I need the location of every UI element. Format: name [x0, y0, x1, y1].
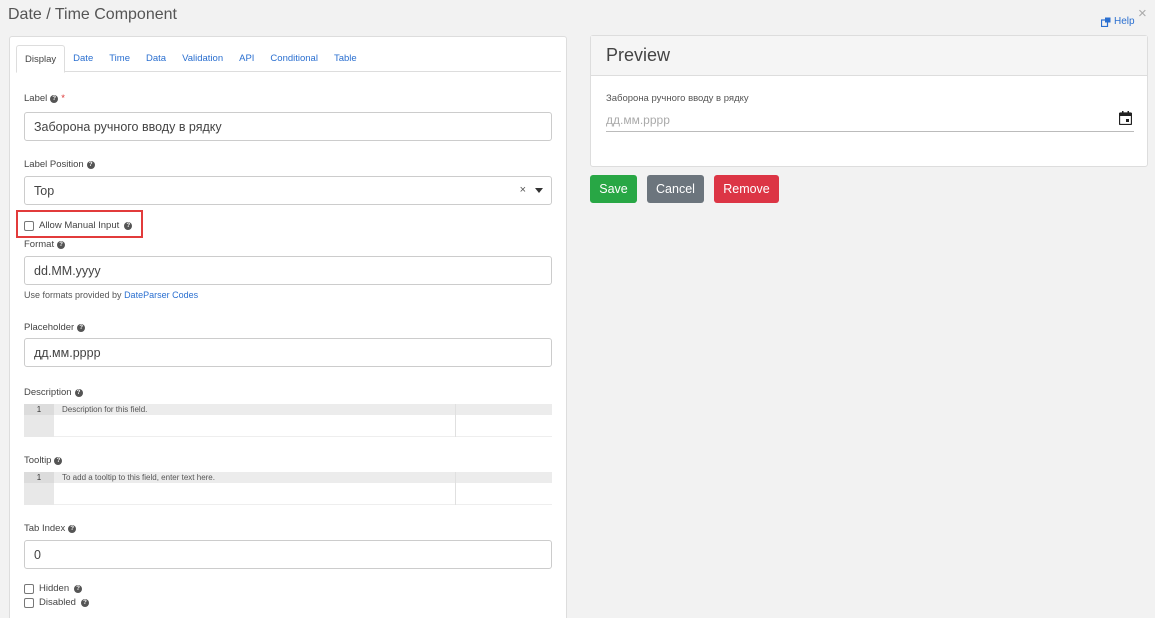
select-controls: ×	[520, 184, 543, 196]
disabled-row: Disabled ?	[24, 597, 89, 608]
label-position-label: Label Position ?	[24, 159, 95, 170]
label-input[interactable]: Заборона ручного вводу в рядку	[24, 112, 552, 141]
remove-button[interactable]: Remove	[714, 175, 779, 203]
tab-conditional[interactable]: Conditional	[262, 45, 326, 72]
settings-panel: Display Date Time Data Validation API Co…	[9, 36, 567, 618]
format-input[interactable]: dd.MM.yyyy	[24, 256, 552, 285]
question-icon[interactable]: ?	[80, 598, 89, 607]
hidden-label: Hidden	[39, 583, 70, 594]
tab-index-title: Tab Index	[24, 523, 66, 534]
preview-field-label: Заборона ручного вводу в рядку	[606, 93, 749, 104]
format-hint: Use formats provided by DateParser Codes	[24, 290, 198, 300]
tab-api[interactable]: API	[231, 45, 262, 72]
editor-placeholder: Description for this field.	[54, 404, 552, 415]
question-icon[interactable]: ?	[124, 221, 133, 230]
question-icon[interactable]: ?	[74, 388, 83, 397]
tab-index-input[interactable]: 0	[24, 540, 552, 569]
preview-date-input[interactable]: дд.мм.рррр	[606, 108, 1134, 132]
question-icon[interactable]: ?	[77, 323, 86, 332]
format-label: Format ?	[24, 239, 66, 250]
line-number: 1	[24, 404, 54, 415]
chevron-down-icon[interactable]	[535, 187, 543, 193]
calendar-icon[interactable]	[1119, 111, 1132, 125]
clear-icon[interactable]: ×	[520, 184, 526, 196]
hidden-row: Hidden ?	[24, 583, 83, 594]
label-field-label: Label ? *	[24, 93, 65, 104]
question-icon[interactable]: ?	[68, 524, 77, 533]
tab-index-label: Tab Index ?	[24, 523, 77, 534]
help-label: Help	[1114, 16, 1135, 27]
disabled-checkbox[interactable]	[24, 597, 34, 608]
dialog-title: Date / Time Component	[8, 6, 177, 23]
tab-validation[interactable]: Validation	[174, 45, 231, 72]
editor-placeholder: To add a tooltip to this field, enter te…	[54, 472, 552, 483]
description-label: Description ?	[24, 387, 83, 398]
tooltip-editor[interactable]: 1 To add a tooltip to this field, enter …	[24, 472, 552, 505]
disabled-label: Disabled	[39, 597, 76, 608]
description-title: Description	[24, 387, 72, 398]
placeholder-label: Placeholder ?	[24, 322, 86, 333]
placeholder-input[interactable]: дд.мм.рррр	[24, 338, 552, 367]
cancel-button[interactable]: Cancel	[647, 175, 704, 203]
tooltip-label: Tooltip ?	[24, 455, 63, 466]
label-title: Label	[24, 93, 48, 104]
placeholder-title: Placeholder	[24, 322, 75, 333]
help-link[interactable]: Help	[1101, 16, 1135, 27]
allow-manual-input-row: Allow Manual Input ?	[24, 220, 133, 231]
preview-panel: Preview Заборона ручного вводу в рядку д…	[590, 35, 1148, 167]
line-number: 1	[24, 472, 54, 483]
format-hint-text: Use formats provided by	[24, 290, 122, 300]
tab-table[interactable]: Table	[326, 45, 365, 72]
external-link-icon	[1101, 17, 1111, 27]
description-editor[interactable]: 1 Description for this field.	[24, 404, 552, 437]
format-title: Format	[24, 239, 55, 250]
question-icon[interactable]: ?	[54, 456, 63, 465]
tab-display[interactable]: Display	[16, 45, 66, 73]
editor-margin	[455, 404, 456, 437]
close-icon[interactable]: ×	[1138, 5, 1147, 22]
tab-date[interactable]: Date	[65, 45, 101, 72]
question-icon[interactable]: ?	[74, 584, 83, 593]
required-mark: *	[61, 93, 65, 104]
dateparser-codes-link[interactable]: DateParser Codes	[124, 290, 198, 300]
question-icon[interactable]: ?	[86, 160, 95, 169]
allow-manual-input-label: Allow Manual Input	[39, 220, 120, 231]
save-button[interactable]: Save	[590, 175, 637, 203]
editor-margin	[455, 472, 456, 505]
tooltip-title: Tooltip	[24, 455, 52, 466]
preview-placeholder: дд.мм.рррр	[606, 113, 670, 127]
hidden-checkbox[interactable]	[24, 583, 34, 594]
tab-bar: Display Date Time Data Validation API Co…	[16, 45, 561, 73]
question-icon[interactable]: ?	[57, 240, 66, 249]
allow-manual-input-checkbox[interactable]	[24, 220, 34, 231]
label-position-select[interactable]: Top ×	[24, 176, 552, 205]
tab-data[interactable]: Data	[138, 45, 174, 72]
preview-heading: Preview	[591, 36, 1147, 76]
question-icon[interactable]: ?	[50, 94, 59, 103]
tab-time[interactable]: Time	[101, 45, 138, 72]
label-position-title: Label Position	[24, 159, 84, 170]
label-position-value: Top	[34, 184, 55, 198]
